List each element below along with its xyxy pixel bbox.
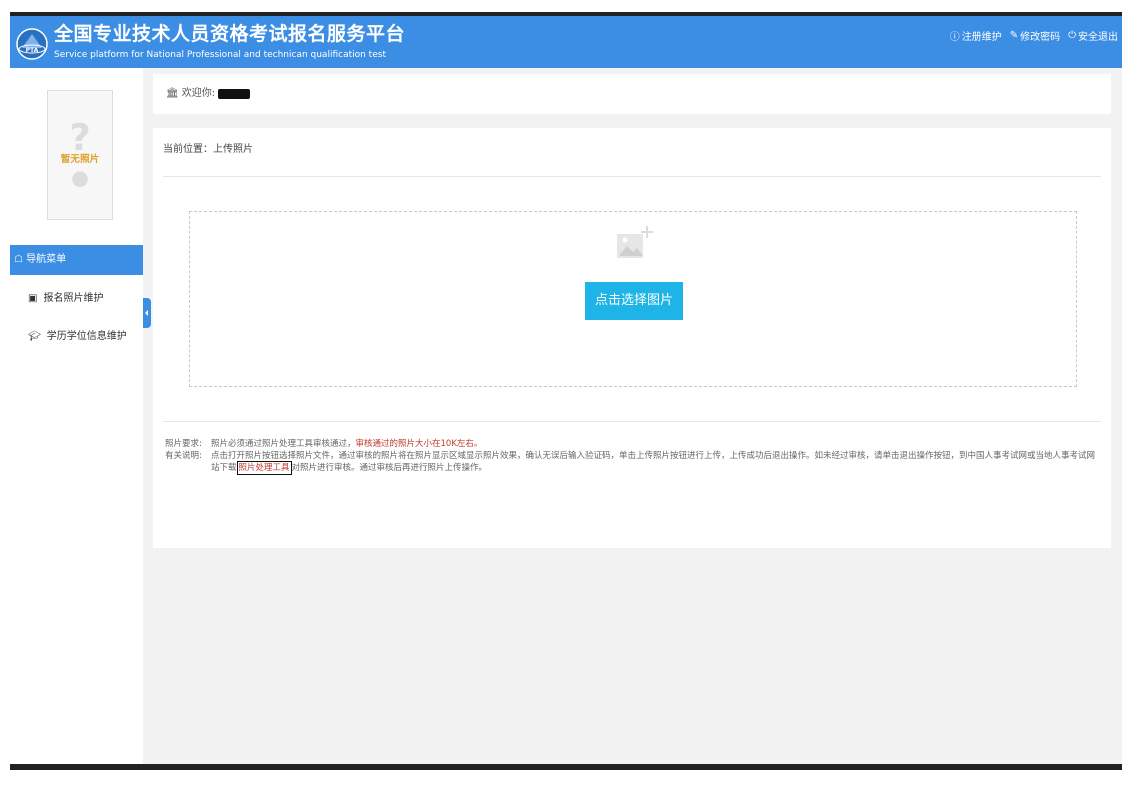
header-links: ⓘ 注册维护 ✎ 修改密码 ⏻ 安全退出 — [950, 28, 1118, 43]
instructions-text-2: 对照片进行审核。通过审核后再进行照片上传操作。 — [291, 463, 488, 473]
divider — [163, 421, 1101, 422]
photo-placeholder: ? 暂无照片 — [47, 90, 113, 220]
info-circle-icon: ⓘ — [949, 32, 960, 43]
register-maintain-link[interactable]: ⓘ 注册维护 — [950, 28, 1002, 43]
no-photo-text: 暂无照片 — [61, 152, 100, 165]
image-icon: ▣ — [28, 293, 38, 304]
sidebar-item-label: 报名照片维护 — [43, 293, 104, 304]
nav-menu-header: ☖ 导航菜单 — [10, 245, 143, 275]
nav-menu-label: 导航菜单 — [26, 254, 67, 265]
platform-subtitle: Service platform for National Profession… — [54, 50, 386, 60]
sidebar-item-photo-maintain[interactable]: ▣ 报名照片维护 — [10, 287, 143, 311]
sidebar: ? 暂无照片 ☖ 导航菜单 ▣ 报名照片维护 🎓︎ 学历学位信息维护 — [10, 68, 143, 764]
choose-image-button[interactable]: 点击选择图片 — [585, 282, 683, 320]
welcome-label: 欢迎你: — [181, 88, 216, 99]
logout-link[interactable]: ⏻ 安全退出 — [1068, 28, 1118, 43]
photo-requirement-highlight: 审核通过的照片大小在10K左右。 — [355, 439, 483, 449]
photo-requirement-row: 照片要求: 照片必须通过照片处理工具审核通过，审核通过的照片大小在10K左右。 — [165, 438, 1095, 450]
power-icon: ⏻ — [1068, 30, 1076, 41]
photo-tool-link[interactable]: 照片处理工具 — [236, 461, 292, 475]
photo-requirement-text: 照片必须通过照片处理工具审核通过，审核通过的照片大小在10K左右。 — [211, 438, 1095, 450]
bank-icon: 🏛︎ — [166, 88, 179, 99]
related-instructions-row: 有关说明: 点击打开照片按钮选择照片文件，通过审核的照片将在照片显示区域显示照片… — [165, 450, 1095, 475]
home-icon: ☖ — [14, 254, 23, 265]
change-password-link[interactable]: ✎ 修改密码 — [1010, 28, 1060, 43]
edit-icon: ✎ — [1009, 30, 1019, 41]
sidebar-item-education-maintain[interactable]: 🎓︎ 学历学位信息维护 — [10, 325, 143, 349]
sidebar-item-label: 学历学位信息维护 — [46, 331, 127, 342]
change-password-label: 修改密码 — [1020, 32, 1061, 43]
photo-upload-area[interactable]: 点击选择图片 — [189, 211, 1077, 387]
app-window: PTA 全国专业技术人员资格考试报名服务平台 Service platform … — [10, 12, 1122, 770]
breadcrumb: 当前位置：上传照片 — [163, 144, 253, 155]
divider — [163, 176, 1101, 177]
related-instructions-text: 点击打开照片按钮选择照片文件，通过审核的照片将在照片显示区域显示照片效果，确认无… — [211, 450, 1095, 475]
platform-title: 全国专业技术人员资格考试报名服务平台 — [54, 23, 406, 45]
related-instructions-label: 有关说明: — [165, 451, 202, 461]
register-maintain-label: 注册维护 — [961, 32, 1002, 43]
photo-notes: 照片要求: 照片必须通过照片处理工具审核通过，审核通过的照片大小在10K左右。 … — [165, 438, 1095, 475]
redacted-username — [218, 89, 251, 99]
no-photo-icon: ? 暂无照片 — [48, 91, 112, 219]
upload-panel: 当前位置：上传照片 点击选择图片 照片要求: 照片必须通过照片处理工具审核通过，… — [153, 128, 1111, 548]
photo-requirement-label: 照片要求: — [165, 439, 202, 449]
svg-text:?: ? — [69, 116, 90, 159]
photo-requirement-plain: 照片必须通过照片处理工具审核通过， — [211, 439, 356, 449]
add-image-icon — [617, 226, 653, 258]
top-header: PTA 全国专业技术人员资格考试报名服务平台 Service platform … — [10, 16, 1122, 68]
welcome-bar: 🏛︎ 欢迎你: — [153, 74, 1111, 114]
logo-text: PTA — [26, 47, 39, 54]
logout-label: 安全退出 — [1078, 32, 1118, 43]
graduation-cap-icon: 🎓︎ — [28, 331, 41, 342]
sidebar-collapse-toggle[interactable] — [143, 298, 151, 328]
pta-logo-icon: PTA — [16, 28, 48, 60]
